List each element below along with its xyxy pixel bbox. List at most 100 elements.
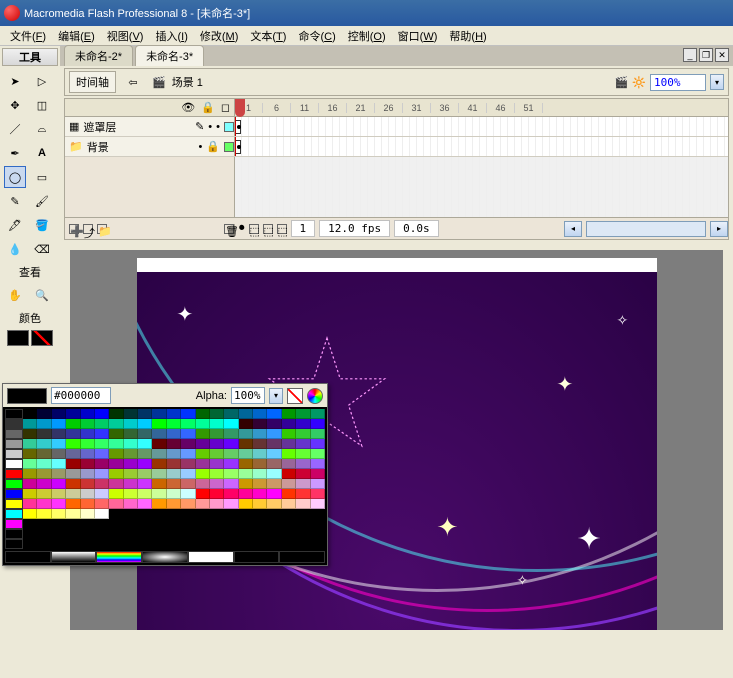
menu-f[interactable]: 文件(F)	[4, 26, 52, 46]
document-tab-0[interactable]: 未命名-2*	[64, 45, 133, 66]
swatch-cell[interactable]	[109, 409, 123, 419]
layer-row-0[interactable]: ▦遮罩层✎••	[65, 117, 728, 137]
swatch-cell[interactable]	[109, 479, 123, 489]
swatch-cell[interactable]	[311, 469, 325, 479]
swatch-cell[interactable]	[5, 459, 23, 469]
gradient-swatch[interactable]	[5, 551, 51, 563]
swatch-cell[interactable]	[37, 449, 51, 459]
swatch-cell[interactable]	[138, 409, 152, 419]
swatch-cell[interactable]	[124, 439, 138, 449]
swatch-cell[interactable]	[124, 449, 138, 459]
swatch-cell[interactable]	[66, 509, 80, 519]
swatch-cell[interactable]	[81, 409, 95, 419]
swatch-cell[interactable]	[196, 409, 210, 419]
swatch-cell[interactable]	[210, 419, 224, 429]
swatch-cell[interactable]	[109, 469, 123, 479]
swatch-cell[interactable]	[23, 409, 37, 419]
swatch-cell[interactable]	[5, 529, 23, 539]
swatch-cell[interactable]	[239, 429, 253, 439]
swatch-cell[interactable]	[224, 409, 238, 419]
swatch-cell[interactable]	[282, 419, 296, 429]
swatch-cell[interactable]	[267, 449, 281, 459]
menu-i[interactable]: 插入(I)	[149, 26, 193, 46]
swatch-cell[interactable]	[5, 479, 23, 489]
swatch-cell[interactable]	[224, 499, 238, 509]
swatch-cell[interactable]	[95, 459, 109, 469]
swatch-cell[interactable]	[267, 439, 281, 449]
swatch-cell[interactable]	[5, 489, 23, 499]
swatch-cell[interactable]	[253, 489, 267, 499]
swatch-cell[interactable]	[311, 499, 325, 509]
close-doc-button[interactable]: ✕	[715, 48, 729, 62]
swatch-cell[interactable]	[138, 479, 152, 489]
swatch-cell[interactable]	[167, 489, 181, 499]
menu-t[interactable]: 文本(T)	[244, 26, 292, 46]
swatch-cell[interactable]	[239, 409, 253, 419]
swatch-cell[interactable]	[95, 469, 109, 479]
back-button[interactable]: ⇦	[122, 71, 144, 93]
swatch-cell[interactable]	[66, 469, 80, 479]
swatch-cell[interactable]	[5, 539, 23, 549]
swatch-cell[interactable]	[37, 409, 51, 419]
menu-h[interactable]: 帮助(H)	[443, 26, 492, 46]
swatch-cell[interactable]	[37, 479, 51, 489]
swatch-cell[interactable]	[296, 449, 310, 459]
swatch-cell[interactable]	[95, 449, 109, 459]
swatch-cell[interactable]	[152, 449, 166, 459]
swatch-cell[interactable]	[181, 469, 195, 479]
swatch-cell[interactable]	[37, 459, 51, 469]
swatch-cell[interactable]	[210, 479, 224, 489]
swatch-cell[interactable]	[282, 449, 296, 459]
gradient-transform-tool[interactable]: ◫	[31, 94, 53, 116]
swatch-cell[interactable]	[95, 499, 109, 509]
swatch-cell[interactable]	[167, 469, 181, 479]
swatch-cell[interactable]	[196, 439, 210, 449]
swatch-cell[interactable]	[37, 509, 51, 519]
no-color-button[interactable]	[287, 388, 303, 404]
swatch-cell[interactable]	[138, 439, 152, 449]
eyedropper-tool[interactable]: 💧	[4, 238, 26, 260]
swatch-cell[interactable]	[124, 459, 138, 469]
selection-tool[interactable]: ➤	[4, 70, 26, 92]
swatch-cell[interactable]	[66, 449, 80, 459]
swatch-cell[interactable]	[152, 419, 166, 429]
swatch-cell[interactable]	[181, 439, 195, 449]
swatch-cell[interactable]	[109, 449, 123, 459]
swatch-cell[interactable]	[196, 479, 210, 489]
swatch-cell[interactable]	[52, 409, 66, 419]
menu-e[interactable]: 编辑(E)	[52, 26, 101, 46]
swatch-cell[interactable]	[81, 499, 95, 509]
swatch-cell[interactable]	[152, 459, 166, 469]
swatch-cell[interactable]	[239, 419, 253, 429]
swatch-cell[interactable]	[66, 479, 80, 489]
swatch-cell[interactable]	[152, 409, 166, 419]
swatch-cell[interactable]	[37, 429, 51, 439]
swatch-cell[interactable]	[210, 489, 224, 499]
swatch-cell[interactable]	[138, 499, 152, 509]
swatch-cell[interactable]	[253, 479, 267, 489]
swatch-cell[interactable]	[282, 409, 296, 419]
swatch-cell[interactable]	[5, 439, 23, 449]
swatch-cell[interactable]	[66, 489, 80, 499]
swatch-cell[interactable]	[210, 439, 224, 449]
swatch-cell[interactable]	[5, 499, 23, 509]
swatch-cell[interactable]	[181, 459, 195, 469]
lock-column-icon[interactable]: 🔒	[201, 101, 215, 114]
scroll-right-button[interactable]: ▸	[710, 221, 728, 237]
swatch-cell[interactable]	[23, 499, 37, 509]
menu-o[interactable]: 控制(O)	[342, 26, 392, 46]
swatch-cell[interactable]	[296, 499, 310, 509]
swatch-cell[interactable]	[224, 469, 238, 479]
pencil-tool[interactable]: ✎	[4, 190, 26, 212]
swatch-cell[interactable]	[52, 469, 66, 479]
swatch-cell[interactable]	[52, 439, 66, 449]
swatch-cell[interactable]	[5, 519, 23, 529]
swatch-cell[interactable]	[196, 429, 210, 439]
swatch-cell[interactable]	[239, 499, 253, 509]
swatch-cell[interactable]	[5, 449, 23, 459]
eye-column-icon[interactable]: 👁	[181, 101, 195, 114]
swatch-cell[interactable]	[181, 489, 195, 499]
stroke-color-swatch[interactable]	[7, 330, 29, 346]
swatch-cell[interactable]	[95, 439, 109, 449]
layer-visible-dot[interactable]: •	[208, 121, 212, 133]
